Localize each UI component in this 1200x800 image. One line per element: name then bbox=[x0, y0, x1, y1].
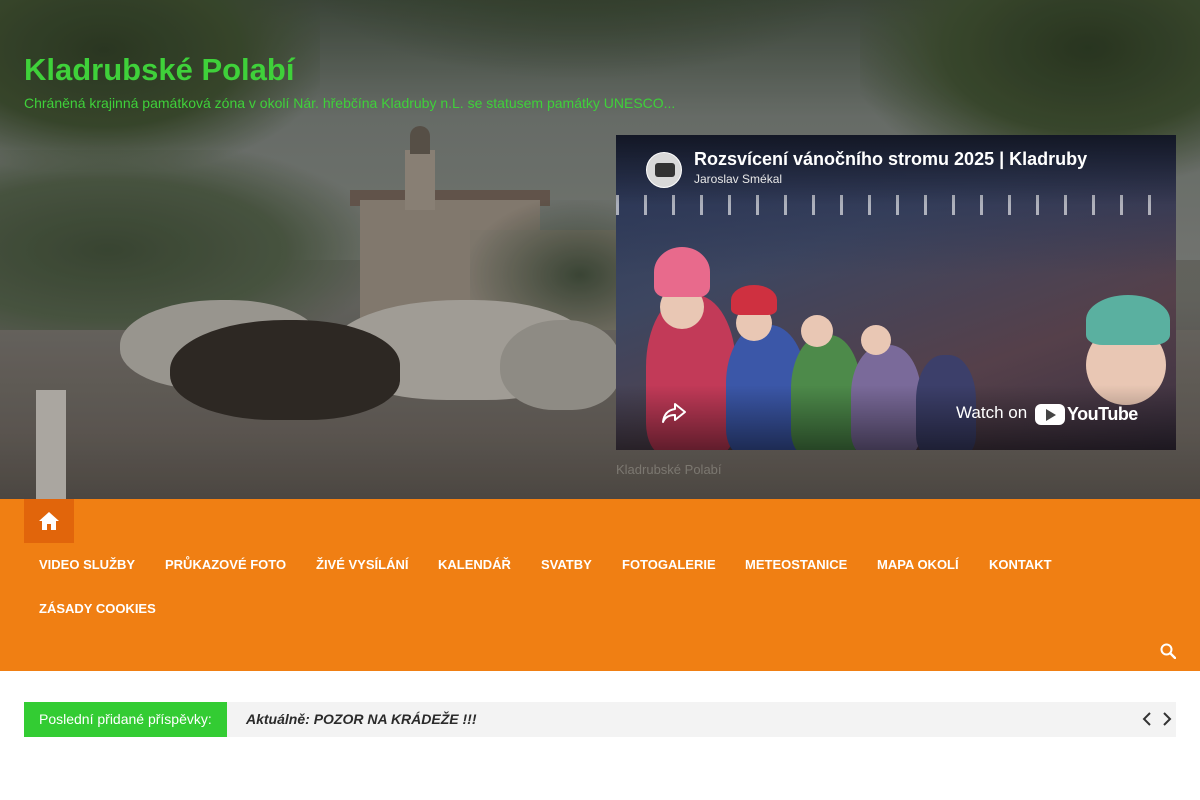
menu-item-kalendar[interactable]: Kalendář bbox=[423, 543, 526, 587]
ticker-prefix: Aktuálně: bbox=[246, 711, 310, 727]
search-icon bbox=[1160, 643, 1176, 659]
menu-item-prukazove-foto[interactable]: Průkazové foto bbox=[150, 543, 301, 587]
video-top-gradient bbox=[616, 135, 1176, 205]
youtube-wordmark: YouTube bbox=[1067, 403, 1138, 424]
video-thumbnail-face bbox=[861, 325, 891, 355]
menu-item-zive-vysilani[interactable]: Živé vysílání bbox=[301, 543, 423, 587]
home-icon bbox=[39, 512, 59, 530]
share-icon[interactable] bbox=[660, 401, 688, 425]
menu-item-fotogalerie[interactable]: Fotogalerie bbox=[607, 543, 731, 587]
menu-item-mapa-okoli[interactable]: Mapa okolí bbox=[862, 543, 974, 587]
camera-icon bbox=[655, 163, 675, 177]
site-title[interactable]: Kladrubské Polabí bbox=[24, 52, 294, 88]
video-title[interactable]: Rozsvícení vánočního stromu 2025 | Kladr… bbox=[694, 149, 1144, 170]
channel-avatar[interactable] bbox=[646, 152, 682, 188]
latest-posts-ticker: Poslední přidané příspěvky: Aktuálně: PO… bbox=[24, 702, 1176, 737]
home-button[interactable] bbox=[24, 499, 74, 543]
video-channel-name[interactable]: Jaroslav Smékal bbox=[694, 172, 782, 186]
ticker-next-button[interactable] bbox=[1158, 710, 1176, 728]
video-thumbnail-face bbox=[801, 315, 833, 347]
header-banner: Kladrubské Polabí Chráněná krajinná pamá… bbox=[0, 0, 1200, 499]
banner-faint-caption: Kladrubské Polabí bbox=[616, 462, 722, 477]
ticker-headline: POZOR NA KRÁDEŽE !!! bbox=[313, 711, 477, 727]
video-thumbnail-hat bbox=[654, 247, 710, 297]
watch-on-youtube-label[interactable]: Watch on bbox=[956, 403, 1027, 423]
youtube-embed[interactable]: Rozsvícení vánočního stromu 2025 | Kladr… bbox=[616, 135, 1176, 450]
menu-item-svatby[interactable]: Svatby bbox=[526, 543, 607, 587]
site-description: Chráněná krajinná památková zóna v okolí… bbox=[24, 95, 676, 111]
chevron-right-icon bbox=[1163, 712, 1172, 726]
ticker-label: Poslední přidané příspěvky: bbox=[24, 702, 227, 737]
menu-item-zasady-cookies[interactable]: Zásady cookies bbox=[24, 587, 171, 631]
ticker-prev-button[interactable] bbox=[1138, 710, 1156, 728]
video-thumbnail-hat bbox=[1086, 295, 1170, 345]
search-button[interactable] bbox=[1156, 639, 1180, 663]
ticker-headline-link[interactable]: Aktuálně: POZOR NA KRÁDEŽE !!! bbox=[246, 702, 477, 737]
video-thumbnail-hat bbox=[731, 285, 777, 315]
youtube-play-icon bbox=[1035, 403, 1065, 425]
menu-item-kontakt[interactable]: Kontakt bbox=[974, 543, 1067, 587]
menu-item-meteostanice[interactable]: Meteostanice bbox=[730, 543, 862, 587]
youtube-logo[interactable]: YouTube bbox=[1035, 403, 1138, 425]
main-navigation: Video služby Průkazové foto Živé vysílán… bbox=[0, 499, 1200, 671]
menu-item-video-sluzby[interactable]: Video služby bbox=[24, 543, 150, 587]
chevron-left-icon bbox=[1142, 712, 1151, 726]
